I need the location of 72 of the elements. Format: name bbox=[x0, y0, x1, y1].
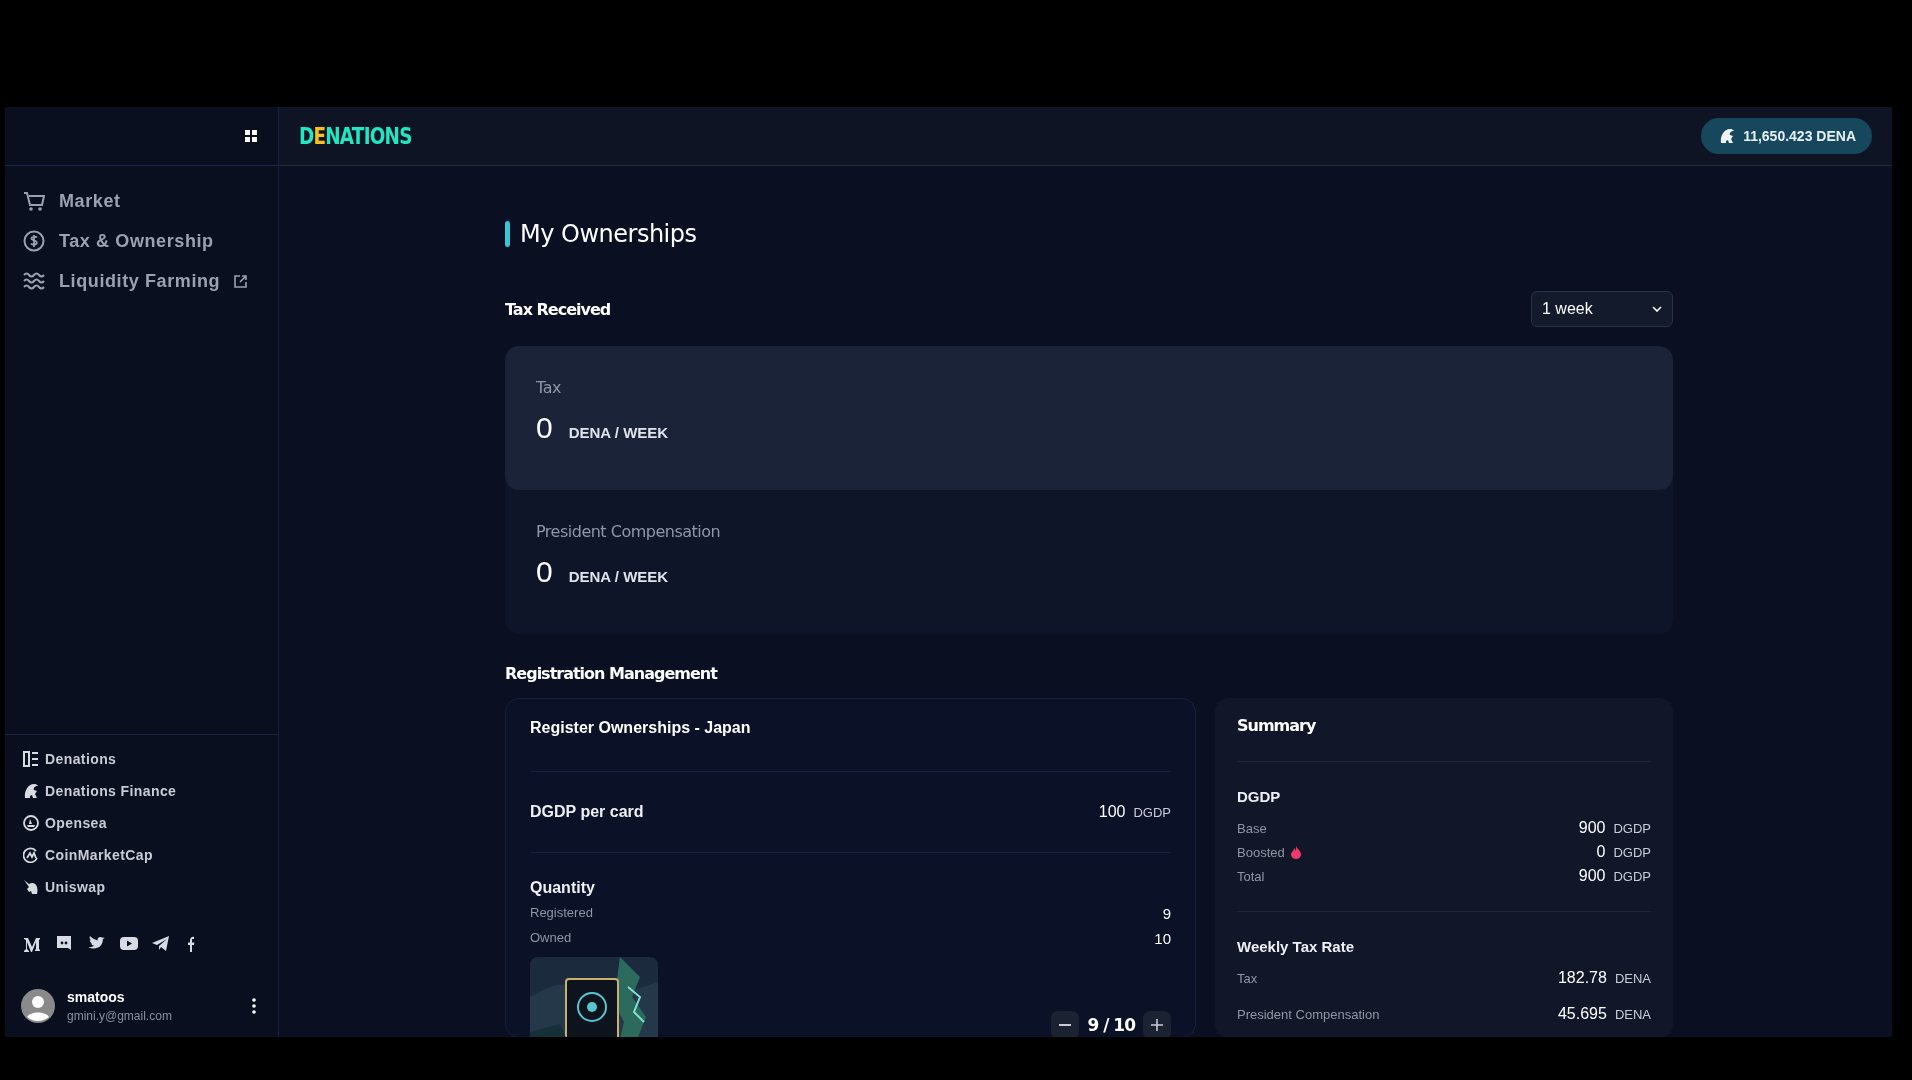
row-unit: DENA bbox=[1614, 971, 1651, 986]
row-value: 900 bbox=[1578, 819, 1606, 837]
row-unit: DGDP bbox=[1613, 821, 1651, 836]
quantity-value: 9 / 10 bbox=[1087, 1015, 1135, 1035]
sidebar-link[interactable]: Opensea bbox=[23, 815, 260, 831]
row-value: 10 bbox=[1154, 930, 1171, 947]
plus-icon bbox=[1151, 1019, 1163, 1031]
row-value: 100 bbox=[1098, 803, 1126, 821]
section-title: Registration Management bbox=[505, 663, 717, 683]
period-dropdown[interactable]: 1 week bbox=[1531, 291, 1673, 327]
page-title: My Ownerships bbox=[520, 220, 697, 248]
row-value: 9 bbox=[1162, 905, 1171, 922]
row-label: DGDP per card bbox=[530, 803, 644, 821]
row-label: Registered bbox=[530, 905, 593, 922]
nav-item[interactable]: Market bbox=[23, 190, 121, 212]
helmet-icon bbox=[1719, 128, 1736, 144]
sidebar-link[interactable]: Denations bbox=[23, 751, 260, 767]
medium-icon[interactable] bbox=[23, 935, 43, 953]
tax-unit: DENA / WEEK bbox=[568, 424, 669, 441]
tax-value: 0 bbox=[536, 555, 553, 589]
decrease-button[interactable] bbox=[1051, 1011, 1080, 1037]
tax-value: 0 bbox=[536, 411, 553, 445]
user-email: gmini.y@gmail.com bbox=[67, 1009, 173, 1023]
chevron-down-icon bbox=[1652, 306, 1662, 312]
logo[interactable]: DENATIONS bbox=[299, 123, 412, 149]
row-label: Owned bbox=[530, 930, 572, 947]
columns-icon bbox=[23, 751, 39, 767]
video-play-icon[interactable] bbox=[119, 935, 139, 953]
row-value: 0 bbox=[1596, 843, 1606, 861]
card-title: Register Ownerships - Japan bbox=[530, 719, 1171, 772]
title-accent-bar bbox=[505, 221, 510, 247]
kebab-icon bbox=[252, 998, 256, 1014]
section-title: Tax Received bbox=[505, 299, 611, 319]
chart-circle-icon bbox=[23, 847, 39, 863]
avatar-icon bbox=[21, 989, 55, 1023]
row-label: President Compensation bbox=[1237, 1006, 1380, 1022]
external-link-icon[interactable] bbox=[234, 274, 248, 288]
row-unit: DGDP bbox=[1613, 845, 1651, 860]
paper-plane-icon[interactable] bbox=[151, 935, 171, 953]
nav-item[interactable]: Liquidity Farming bbox=[23, 270, 221, 292]
row-label: Base bbox=[1237, 820, 1267, 836]
tax-label: Tax bbox=[536, 378, 562, 397]
section-subtitle: Weekly Tax Rate bbox=[1237, 938, 1355, 955]
row-label: Tax bbox=[1237, 970, 1258, 986]
user-name: smatoos bbox=[67, 989, 126, 1005]
unicorn-icon bbox=[23, 879, 39, 895]
row-unit: DGDP bbox=[1133, 805, 1171, 820]
row-label: Total bbox=[1237, 868, 1265, 884]
dollar-icon bbox=[23, 230, 45, 252]
grid-menu-icon[interactable] bbox=[245, 130, 257, 142]
sidebar-link[interactable]: CoinMarketCap bbox=[23, 847, 260, 863]
cart-icon bbox=[23, 190, 45, 212]
quantity-title: Quantity bbox=[530, 879, 596, 897]
row-value: 182.78 bbox=[1557, 969, 1607, 987]
minus-icon bbox=[1059, 1024, 1072, 1026]
section-subtitle: DGDP bbox=[1237, 788, 1282, 805]
increase-button[interactable] bbox=[1143, 1011, 1171, 1037]
tax-unit: DENA / WEEK bbox=[568, 568, 669, 585]
nav-item[interactable]: Tax & Ownership bbox=[23, 230, 214, 252]
row-label: Boosted bbox=[1237, 844, 1285, 860]
boat-icon bbox=[23, 815, 39, 831]
sidebar-link[interactable]: Denations Finance bbox=[23, 783, 260, 799]
balance-button[interactable]: 11,650.423 DENA bbox=[1701, 118, 1872, 154]
helmet-icon bbox=[23, 783, 39, 799]
sidebar-link[interactable]: Uniswap bbox=[23, 879, 260, 895]
row-value: 45.695 bbox=[1557, 1005, 1607, 1023]
row-value: 900 bbox=[1578, 867, 1606, 885]
row-unit: DGDP bbox=[1613, 869, 1651, 884]
tax-label: President Compensation bbox=[536, 522, 722, 541]
card-title: Summary bbox=[1237, 716, 1651, 762]
row-unit: DENA bbox=[1614, 1007, 1651, 1022]
waves-icon bbox=[23, 270, 45, 292]
